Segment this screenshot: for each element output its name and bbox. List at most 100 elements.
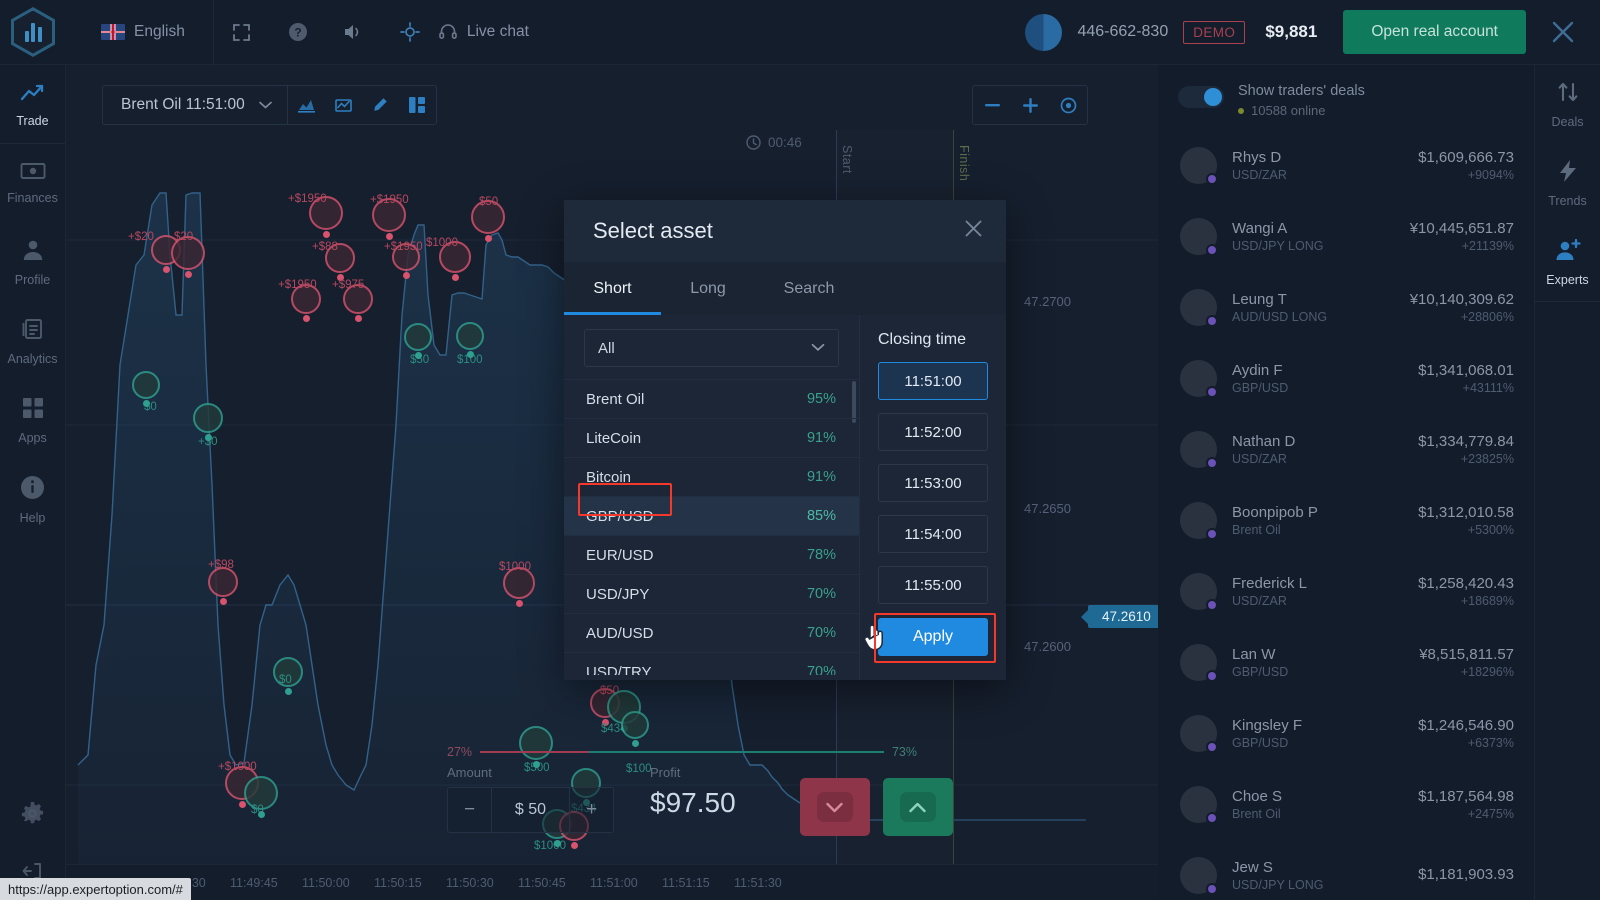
target-icon[interactable]: [382, 0, 438, 65]
deals-list: Rhys D USD/ZAR $1,609,666.73 +9094% Wangi A U…: [1158, 130, 1534, 900]
online-count-label: 10588 online: [1251, 103, 1326, 118]
list-item[interactable]: Kingsley F GBP/USD $1,246,546.90 +6373%: [1158, 698, 1534, 769]
asset-name: Brent Oil: [586, 390, 645, 408]
asset-row-usd-jpy[interactable]: USD/JPY 70%: [564, 574, 859, 613]
asset-name: Bitcoin: [586, 468, 632, 486]
trader-deal-bubble[interactable]: [404, 323, 432, 351]
asset-row-brent-oil[interactable]: Brent Oil 95%: [564, 379, 859, 418]
sidebar-item-help[interactable]: Help: [0, 460, 65, 539]
list-item[interactable]: Choe S Brent Oil $1,187,564.98 +2475%: [1158, 769, 1534, 840]
target-crosshair-icon[interactable]: [1049, 86, 1087, 124]
asset-row-eur-usd[interactable]: EUR/USD 78%: [564, 535, 859, 574]
asset-row-usd-try[interactable]: USD/TRY 70%: [564, 652, 859, 675]
sidebar-item-label: Apps: [18, 431, 47, 445]
trader-deal-bubble[interactable]: [193, 403, 223, 433]
layout-icon[interactable]: [399, 86, 436, 124]
area-chart-icon[interactable]: [288, 86, 325, 124]
person-icon: [21, 238, 45, 267]
amount-value[interactable]: $ 50: [492, 788, 569, 832]
sidebar-item-apps[interactable]: Apps: [0, 381, 65, 460]
trader-name: Rhys D: [1232, 149, 1282, 166]
list-item[interactable]: Rhys D USD/ZAR $1,609,666.73 +9094%: [1158, 130, 1534, 201]
trader-deal-bubble[interactable]: [456, 322, 484, 350]
list-item[interactable]: Lan W GBP/USD ¥8,515,811.57 +18296%: [1158, 627, 1534, 698]
asset-selector-label: Brent Oil 11:51:00: [121, 96, 245, 113]
trader-amount: ¥10,140,309.62: [1409, 291, 1514, 308]
closing-time-115400[interactable]: 11:54:00: [878, 515, 988, 553]
avatar[interactable]: [1025, 13, 1063, 51]
asset-row-gbp-usd[interactable]: GBP/USD 85%: [564, 496, 859, 535]
close-icon[interactable]: [963, 218, 984, 244]
asset-category-select[interactable]: All: [584, 329, 839, 367]
asset-payout: 95%: [806, 391, 836, 407]
closing-time-115100[interactable]: 11:51:00: [878, 362, 988, 400]
show-traders-deals-toggle[interactable]: [1178, 86, 1224, 108]
chevron-down-icon: [811, 339, 825, 357]
asset-row-aud-usd[interactable]: AUD/USD 70%: [564, 613, 859, 652]
list-item[interactable]: Frederick L USD/ZAR $1,258,420.43 +18689%: [1158, 556, 1534, 627]
close-icon[interactable]: [1526, 0, 1600, 65]
list-item[interactable]: Nathan D USD/ZAR $1,334,779.84 +23825%: [1158, 414, 1534, 485]
tab-long[interactable]: Long: [661, 262, 755, 315]
trader-name: Choe S: [1232, 788, 1283, 805]
call-up-button[interactable]: [882, 778, 953, 836]
closing-time-115300[interactable]: 11:53:00: [878, 464, 988, 502]
quantity-stepper[interactable]: − $ 50 +: [447, 787, 614, 833]
asset-name: AUD/USD: [586, 624, 654, 642]
sidebar-item-experts[interactable]: Experts: [1535, 223, 1600, 302]
chevron-up-icon: [899, 792, 936, 822]
closing-time-pane: Closing time 11:51:00 11:52:00 11:53:00 11:…: [859, 315, 1006, 680]
apply-button[interactable]: Apply: [863, 618, 988, 656]
avatar: [1180, 147, 1218, 185]
trader-deal-amount-label: $1000: [499, 561, 531, 573]
modal-body: All Brent Oil 95% LiteCoin 91% Bitcoin 91% GBP…: [564, 315, 1006, 680]
sidebar-item-finances[interactable]: Finances: [0, 144, 65, 223]
time-tick: 11:51:30: [734, 876, 782, 890]
amount-decrease-button[interactable]: −: [448, 788, 492, 832]
trader-asset: GBP/USD: [1232, 381, 1289, 395]
sidebar-item-trade[interactable]: Trade: [0, 65, 65, 144]
open-real-account-button[interactable]: Open real account: [1343, 10, 1526, 54]
sound-icon[interactable]: [326, 0, 382, 65]
avatar: [1180, 644, 1218, 682]
asset-selector-button[interactable]: Brent Oil 11:51:00: [103, 86, 288, 124]
plus-icon[interactable]: [1011, 86, 1049, 124]
live-chat-button[interactable]: Live chat: [438, 22, 547, 42]
help-circle-icon[interactable]: ?: [270, 0, 326, 65]
list-item[interactable]: Jew S USD/JPY LONG $1,181,903.93: [1158, 840, 1534, 900]
sentiment-down-pct: 27%: [447, 745, 473, 759]
avatar: [1180, 857, 1218, 895]
put-down-button[interactable]: [799, 778, 870, 836]
sidebar-item-trends[interactable]: Trends: [1535, 144, 1600, 223]
trader-percent: +2475%: [1467, 807, 1514, 821]
gear-icon[interactable]: [0, 784, 65, 842]
document-lines-icon: [21, 317, 45, 346]
fullscreen-icon[interactable]: [214, 0, 270, 65]
pencil-icon[interactable]: [362, 86, 399, 124]
sidebar-item-profile[interactable]: Profile: [0, 223, 65, 302]
sidebar-item-deals[interactable]: Deals: [1535, 65, 1600, 144]
language-selector[interactable]: English: [101, 23, 185, 41]
trader-deal-bubble[interactable]: [621, 711, 649, 739]
list-item[interactable]: Wangi A USD/JPY LONG ¥10,445,651.87 +21139%: [1158, 201, 1534, 272]
list-item[interactable]: Leung T AUD/USD LONG ¥10,140,309.62 +28806%: [1158, 272, 1534, 343]
time-tick: 11:50:00: [302, 876, 350, 890]
sidebar-item-label: Finances: [7, 191, 58, 205]
app-logo[interactable]: [10, 6, 56, 58]
closing-time-115500[interactable]: 11:55:00: [878, 566, 988, 604]
list-item[interactable]: Boonpipob P Brent Oil $1,312,010.58 +5300%: [1158, 485, 1534, 556]
sidebar-item-analytics[interactable]: Analytics: [0, 302, 65, 381]
asset-list[interactable]: Brent Oil 95% LiteCoin 91% Bitcoin 91% GBP/USD…: [564, 379, 859, 675]
asset-row-litecoin[interactable]: LiteCoin 91%: [564, 418, 859, 457]
asset-row-bitcoin[interactable]: Bitcoin 91%: [564, 457, 859, 496]
line-chart-icon[interactable]: [325, 86, 362, 124]
list-item[interactable]: Aydin F GBP/USD $1,341,068.01 +43111%: [1158, 343, 1534, 414]
closing-time-115200[interactable]: 11:52:00: [878, 413, 988, 451]
trader-deal-bubble[interactable]: [208, 567, 238, 597]
trader-deal-bubble[interactable]: [132, 371, 160, 399]
chevron-down-icon: [258, 96, 272, 114]
tab-short[interactable]: Short: [564, 262, 661, 315]
amount-increase-button[interactable]: +: [569, 788, 613, 832]
tab-search[interactable]: Search: [755, 262, 863, 315]
minus-icon[interactable]: [973, 86, 1011, 124]
